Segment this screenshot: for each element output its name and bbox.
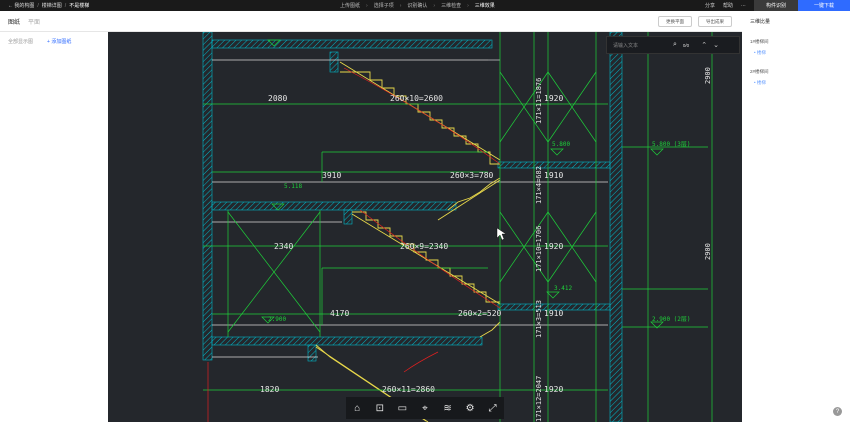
- breadcrumb-item[interactable]: 楼梯详图: [42, 2, 62, 9]
- add-drawing-button[interactable]: + 添加图纸: [47, 38, 71, 45]
- view-tabs: 图纸 平面: [8, 17, 40, 26]
- mouse-cursor-icon: [496, 227, 507, 241]
- help-link[interactable]: 帮助: [723, 2, 733, 9]
- dim-text: 260×9=2340: [400, 242, 448, 251]
- breadcrumb-separator: /: [37, 2, 39, 9]
- stair-group-label[interactable]: 1#楼梯间: [750, 39, 769, 45]
- vertical-dim-text: 2900: [704, 67, 712, 84]
- drawing-filter-row: 全部显示图 + 添加图纸: [8, 38, 71, 45]
- dim-text: 1920: [544, 94, 563, 103]
- chevron-down-icon[interactable]: ⌄: [713, 41, 719, 49]
- zoom-region-icon[interactable]: ⊡: [371, 403, 389, 414]
- right-wall: [609, 32, 623, 422]
- vertical-dim-text: 171×4=682: [535, 166, 543, 204]
- chevron-up-icon[interactable]: ⌃: [701, 41, 707, 49]
- mid-landing-1: [497, 161, 611, 169]
- dim-text: 260×2=520: [458, 309, 502, 318]
- export-button[interactable]: 导出成果: [698, 16, 732, 27]
- step-select[interactable]: 选择子项: [374, 2, 394, 9]
- vertical-dim-text: 171×12=2047: [535, 376, 543, 422]
- beam-1: [329, 51, 339, 73]
- vertical-dim-text: 171×10=1706: [535, 226, 543, 272]
- section-icon[interactable]: ⌖: [416, 403, 434, 414]
- search-bar: 请输入文本 ⌕ 0/0 ⌃ ⌄: [606, 36, 740, 54]
- dim-text: 1920: [544, 385, 563, 394]
- step-result[interactable]: 三维效果: [475, 2, 495, 9]
- breadcrumb: ← 我的构图 / 楼梯详图 / 不是楼梯: [0, 2, 300, 10]
- left-panel: 全部显示图 + 添加图纸: [0, 32, 108, 422]
- step-confirm[interactable]: 识别确认: [407, 2, 427, 9]
- level-text: 2.900: [268, 316, 286, 323]
- fullscreen-icon[interactable]: ⤢: [484, 403, 502, 414]
- share-link[interactable]: 分享: [705, 2, 715, 9]
- measure-icon[interactable]: ▭: [393, 403, 411, 414]
- landing-slab: [211, 201, 457, 211]
- filter-select[interactable]: 全部显示图: [8, 38, 33, 45]
- level-text: 5.800 (3层): [652, 141, 691, 148]
- lower-slab: [211, 336, 483, 346]
- dim-text: 3910: [322, 171, 341, 180]
- workflow-steps: 上传图纸 › 选择子项 › 识别确认 › 三维检查 › 三维效果: [340, 0, 495, 11]
- level-text: 5.800: [552, 141, 570, 148]
- download-button[interactable]: 一键下载: [798, 0, 850, 11]
- vertical-dim-text: 171×11=1876: [535, 78, 543, 124]
- panel-title: 三维比量: [750, 19, 771, 25]
- stair-group-label[interactable]: 2#楼梯间: [750, 69, 769, 75]
- rebar-lines: [207, 67, 501, 422]
- left-wall: [202, 32, 213, 361]
- search-icon[interactable]: ⌕: [673, 41, 677, 49]
- change-plan-button[interactable]: 更换平面: [658, 16, 692, 27]
- step-upload[interactable]: 上传图纸: [340, 2, 360, 9]
- dim-text: 2080: [268, 94, 287, 103]
- level-text: 2.900 (2层): [652, 316, 691, 323]
- dim-text: 260×10=2600: [390, 94, 443, 103]
- stair-drawing[interactable]: 2080 260×10=2600 1920 3910 260×3=780 191…: [108, 32, 742, 422]
- help-icon[interactable]: ?: [833, 407, 842, 416]
- dim-text: 1820: [260, 385, 279, 394]
- dim-text: 1920: [544, 242, 563, 251]
- top-bar: ← 我的构图 / 楼梯详图 / 不是楼梯 上传图纸 › 选择子项 › 识别确认 …: [0, 0, 850, 11]
- vertical-dim-text: 171×3=513: [535, 300, 543, 338]
- vertical-dim-text: 2900: [704, 243, 712, 260]
- dim-text: 4170: [330, 309, 349, 318]
- sub-toolbar: 图纸 平面 更换平面 导出成果: [0, 11, 850, 32]
- dimension-lines: [203, 32, 713, 422]
- breadcrumb-separator: /: [64, 2, 67, 9]
- dim-text: 1910: [544, 309, 563, 318]
- chevron-right-icon: ›: [433, 2, 436, 9]
- stair-group-item[interactable]: • 楼梯: [754, 50, 766, 56]
- home-icon[interactable]: ⌂: [348, 403, 366, 414]
- top-slab: [211, 39, 493, 49]
- level-text: 3.412: [554, 285, 572, 292]
- identify-button[interactable]: 构件识别: [753, 0, 798, 11]
- drawing-canvas[interactable]: 2080 260×10=2600 1920 3910 260×3=780 191…: [108, 32, 742, 422]
- more-icon[interactable]: ⋯: [741, 3, 746, 9]
- settings-icon[interactable]: ⚙: [461, 403, 479, 414]
- breadcrumb-back[interactable]: ← 我的构图: [8, 2, 34, 9]
- dim-text: 260×3=780: [450, 171, 494, 180]
- beam-3: [307, 344, 317, 362]
- layers-icon[interactable]: ≋: [439, 403, 457, 414]
- level-text: 5.118: [284, 183, 302, 190]
- search-input[interactable]: 请输入文本: [613, 42, 667, 49]
- beam-2: [343, 209, 353, 225]
- breadcrumb-current: 不是楼梯: [69, 3, 90, 9]
- chevron-right-icon: ›: [467, 2, 469, 9]
- step-check[interactable]: 三维检查: [441, 2, 461, 9]
- stair-group-item[interactable]: • 楼梯: [754, 80, 766, 86]
- chevron-right-icon: ›: [366, 2, 368, 9]
- dim-text: 1910: [544, 171, 563, 180]
- tab-drawing[interactable]: 图纸: [8, 17, 20, 26]
- top-actions: 分享 帮助 ⋯ 构件识别 一键下载: [705, 0, 850, 11]
- match-count: 0/0: [682, 42, 690, 48]
- chevron-right-icon: ›: [399, 2, 402, 9]
- tab-plan[interactable]: 平面: [28, 17, 40, 26]
- dim-text: 260×11=2860: [382, 385, 435, 394]
- right-panel: 三维比量 1#楼梯间 • 楼梯 2#楼梯间 • 楼梯: [742, 11, 850, 422]
- dim-text: 2340: [274, 242, 293, 251]
- viewer-toolbar: ⌂ ⊡ ▭ ⌖ ≋ ⚙ ⤢: [346, 397, 504, 419]
